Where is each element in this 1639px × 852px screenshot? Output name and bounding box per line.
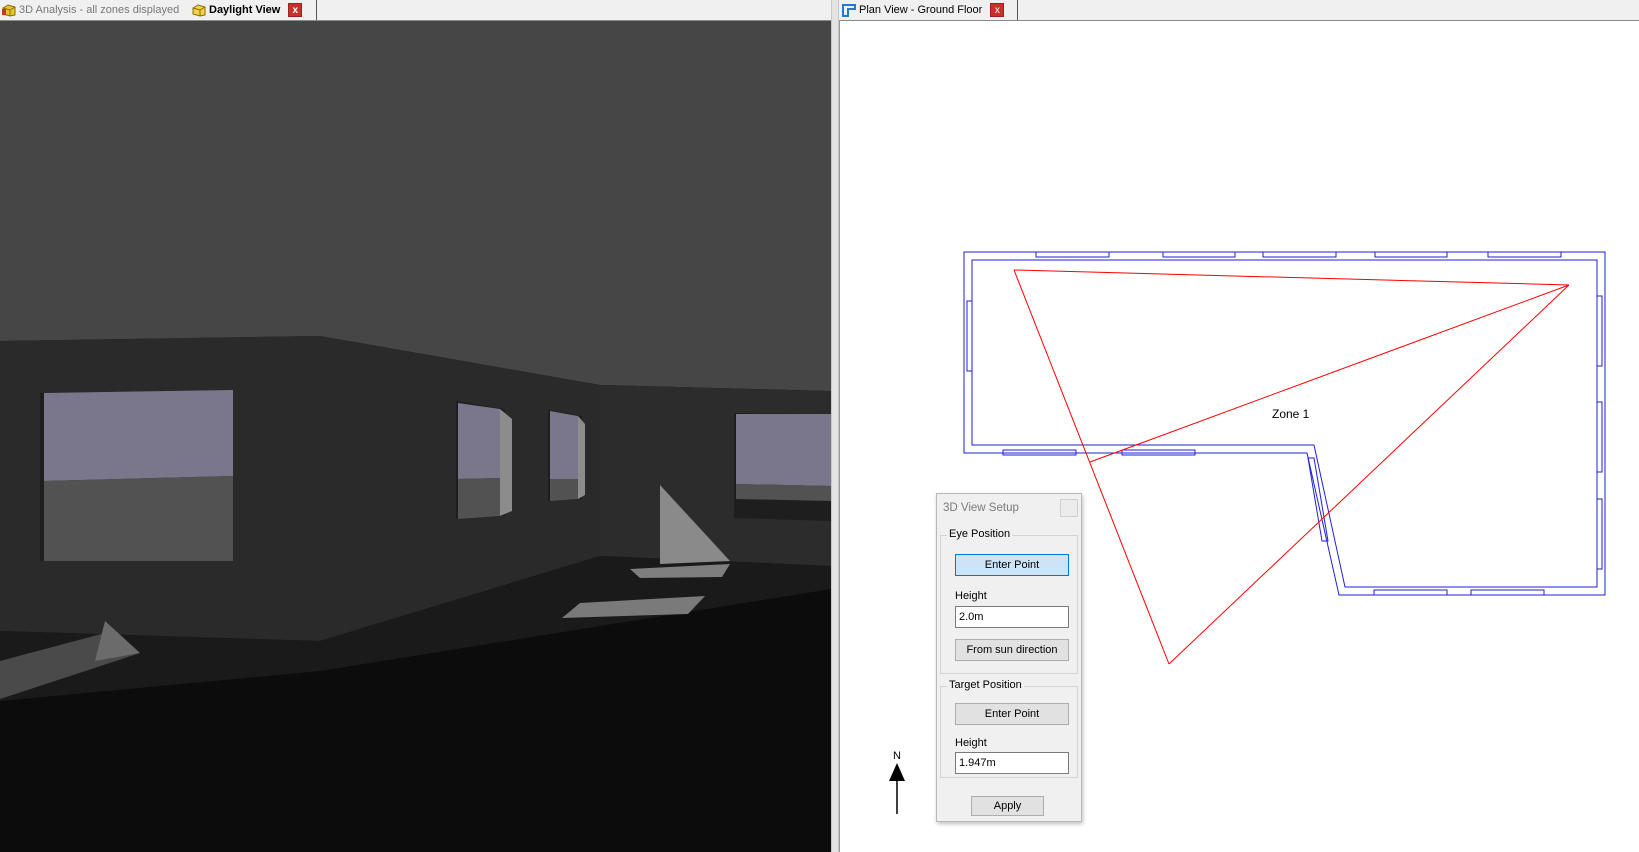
- eye-height-field[interactable]: [955, 606, 1069, 628]
- 3d-cube-icon: [2, 3, 16, 17]
- daylight-render: [0, 21, 831, 852]
- eye-position-label: Eye Position: [947, 528, 1013, 540]
- tab-daylight-view[interactable]: Daylight View x: [192, 0, 303, 20]
- tab-separator: [316, 0, 317, 20]
- tab-plan-view[interactable]: Plan View - Ground Floor x: [842, 0, 1005, 20]
- north-label: N: [893, 750, 901, 762]
- panel-splitter[interactable]: [831, 0, 839, 852]
- daylight-view-panel: 3D Analysis - all zones displayed Daylig…: [0, 0, 831, 852]
- right-tab-bar: Plan View - Ground Floor x: [839, 0, 1639, 21]
- 3d-view-setup-dialog: 3D View Setup Eye Position Enter Point H…: [936, 493, 1082, 822]
- target-position-label: Target Position: [947, 679, 1024, 691]
- tab-plan-view-label: Plan View - Ground Floor: [859, 4, 983, 16]
- tab-separator: [1017, 0, 1018, 20]
- apply-button[interactable]: Apply: [971, 796, 1044, 816]
- target-position-group: Target Position Enter Point Height: [940, 679, 1078, 778]
- daylight-view-canvas[interactable]: [0, 21, 831, 852]
- target-height-field[interactable]: [955, 752, 1069, 774]
- eye-enter-point-button[interactable]: Enter Point: [955, 554, 1069, 576]
- zone-label: Zone 1: [1272, 407, 1310, 421]
- close-icon[interactable]: x: [288, 3, 303, 17]
- eye-height-label: Height: [955, 590, 987, 602]
- tab-3d-analysis-label: 3D Analysis - all zones displayed: [19, 4, 180, 16]
- daylight-cube-icon: [192, 3, 206, 17]
- close-icon[interactable]: x: [990, 3, 1005, 17]
- plan-view-icon: [842, 3, 856, 17]
- eye-position-group: Eye Position Enter Point Height From sun…: [940, 528, 1078, 674]
- tab-daylight-view-label: Daylight View: [209, 4, 281, 16]
- target-enter-point-button[interactable]: Enter Point: [955, 703, 1069, 725]
- tab-3d-analysis[interactable]: 3D Analysis - all zones displayed: [2, 0, 179, 20]
- from-sun-direction-button[interactable]: From sun direction: [955, 639, 1069, 661]
- target-height-label: Height: [955, 737, 987, 749]
- left-tab-bar: 3D Analysis - all zones displayed Daylig…: [0, 0, 831, 21]
- dialog-close-button[interactable]: [1060, 499, 1078, 517]
- dialog-title: 3D View Setup: [943, 502, 1019, 514]
